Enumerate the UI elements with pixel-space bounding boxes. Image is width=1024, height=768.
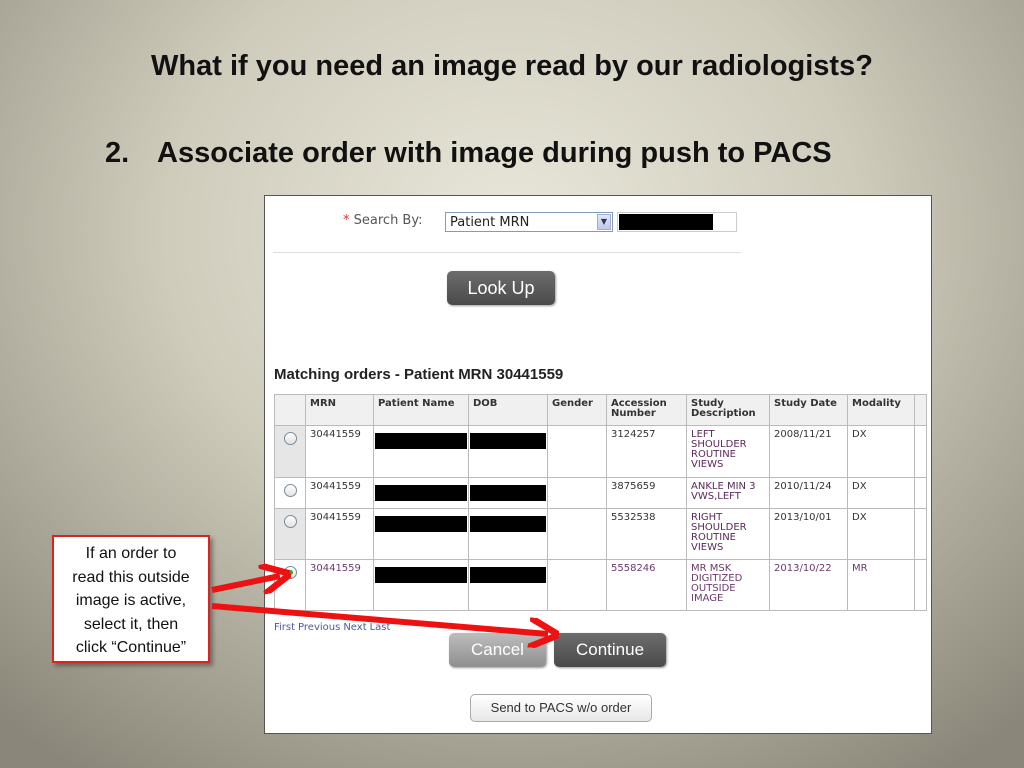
mrn-cell: 30441559 [305,508,374,560]
row-radio-button[interactable] [283,566,297,579]
patient-name-cell [373,559,469,611]
redaction-block [470,433,546,449]
gender-cell [547,559,607,611]
results-heading: Matching orders - Patient MRN 30441559 [274,366,564,383]
spacer-cell [914,559,927,611]
row-select-cell[interactable] [274,477,306,509]
look-up-button[interactable]: Look Up [447,271,555,305]
mrn-cell: 30441559 [305,559,374,611]
col-header[interactable]: MRN [305,394,374,426]
cancel-button[interactable]: Cancel [449,633,546,667]
patient-name-cell [373,425,469,478]
accession-cell: 3875659 [606,477,687,509]
dob-cell [468,477,548,509]
search-by-value: Patient MRN [450,215,530,230]
gender-cell [547,425,607,478]
col-header[interactable]: Study Description [686,394,770,426]
modality-cell: DX [847,508,915,560]
orders-table: MRN Patient Name DOB Gender Accession Nu… [274,394,927,611]
slide-title: What if you need an image read by our ra… [151,50,873,82]
callout-line: click “Continue” [75,639,187,656]
row-select-cell[interactable] [274,425,306,478]
redaction-block [375,485,467,501]
step-number: 2. [105,137,130,169]
gender-cell [547,508,607,560]
study-date-cell: 2013/10/22 [769,559,848,611]
spacer-cell [914,508,927,560]
gender-cell [547,477,607,509]
pager-first[interactable]: First [274,622,295,633]
pager: First Previous Next Last [274,622,393,633]
patient-name-cell [373,508,469,560]
study-description-cell: MR MSK DIGITIZED OUTSIDE IMAGE [686,559,770,611]
spacer-cell [914,477,927,509]
dob-cell [468,425,548,478]
redaction-block [375,567,467,583]
col-header[interactable]: DOB [468,394,548,426]
col-spacer [914,394,927,426]
col-header[interactable]: Accession Number [606,394,687,426]
required-marker: * [343,213,350,228]
dob-cell [468,559,548,611]
row-radio-button[interactable] [283,484,297,497]
chevron-down-icon[interactable]: ▼ [597,214,611,230]
study-description-cell: ANKLE MIN 3 VWS,LEFT [686,477,770,509]
pager-next[interactable]: Next [343,622,366,633]
study-description-cell: LEFT SHOULDER ROUTINE VIEWS [686,425,770,478]
study-date-cell: 2010/11/24 [769,477,848,509]
row-radio-button[interactable] [283,515,297,528]
study-date-cell: 2013/10/01 [769,508,848,560]
pager-last[interactable]: Last [370,622,391,633]
divider [273,252,741,253]
table-row[interactable]: 30441559 3124257 LEFT SHOULDER ROUTINE V… [274,425,927,478]
col-header[interactable]: Study Date [769,394,848,426]
search-value-input[interactable] [617,212,737,232]
accession-cell: 3124257 [606,425,687,478]
col-header[interactable]: Gender [547,394,607,426]
send-without-order-button[interactable]: Send to PACS w/o order [470,694,652,722]
search-by-select[interactable]: Patient MRN ▼ [445,212,613,232]
modality-cell: MR [847,559,915,611]
spacer-cell [914,425,927,478]
study-description-cell: RIGHT SHOULDER ROUTINE VIEWS [686,508,770,560]
redaction-block [375,433,467,449]
redaction-block [619,214,713,230]
modality-cell: DX [847,477,915,509]
accession-cell: 5532538 [606,508,687,560]
redaction-block [470,516,546,532]
order-panel: * Search By: Patient MRN ▼ Look Up Matchi… [264,195,932,734]
mrn-cell: 30441559 [305,477,374,509]
callout-line: If an order to [85,545,177,562]
continue-button[interactable]: Continue [554,633,666,667]
table-row[interactable]: 30441559 5532538 RIGHT SHOULDER ROUTINE … [274,508,927,560]
modality-cell: DX [847,425,915,478]
redaction-block [470,485,546,501]
redaction-block [375,516,467,532]
callout-line: read this outside [72,568,190,586]
col-select [274,394,306,426]
table-row[interactable]: 30441559 3875659 ANKLE MIN 3 VWS,LEFT 20… [274,477,927,509]
step-heading: 2. Associate order with image during push… [105,137,832,170]
row-select-cell[interactable] [274,559,306,611]
step-text: Associate order with image during push t… [157,137,832,169]
mrn-cell: 30441559 [305,425,374,478]
instruction-callout: If an order to read this outside image i… [52,535,210,663]
callout-line: select it, then [83,615,179,633]
patient-name-cell [373,477,469,509]
search-by-label: * Search By: [343,213,422,228]
callout-line: image is active, [75,592,187,609]
pager-previous[interactable]: Previous [298,622,340,633]
row-select-cell[interactable] [274,508,306,560]
study-date-cell: 2008/11/21 [769,425,848,478]
table-row[interactable]: 30441559 5558246 MR MSK DIGITIZED OUTSID… [274,559,927,611]
col-header[interactable]: Modality [847,394,915,426]
col-header[interactable]: Patient Name [373,394,469,426]
table-header: MRN Patient Name DOB Gender Accession Nu… [274,394,927,426]
row-radio-button[interactable] [283,432,297,445]
accession-cell: 5558246 [606,559,687,611]
redaction-block [470,567,546,583]
search-by-text: Search By: [353,213,423,228]
dob-cell [468,508,548,560]
